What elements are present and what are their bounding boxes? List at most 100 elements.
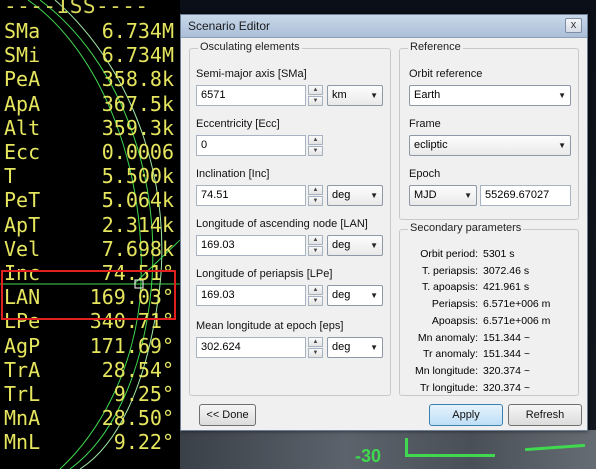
hud-row-value: 359.3k (101, 115, 174, 140)
chevron-down-icon: ▼ (370, 291, 378, 300)
hud-row-label: Ecc (4, 140, 41, 164)
spin-up-icon[interactable]: ▲ (308, 135, 323, 145)
hud-row-value: 5.500k (101, 164, 174, 189)
eps-spinner[interactable]: ▲ ▼ (308, 337, 323, 358)
hud-row-label: Vel (4, 236, 41, 261)
secondary-param-value: 151.344 ~ (483, 348, 531, 361)
lpe-input[interactable]: 169.03 (196, 285, 306, 306)
sma-input[interactable]: 6571 (196, 85, 306, 106)
hud-row-label: TrL (4, 382, 41, 406)
hud-ladder-line (405, 454, 495, 457)
refresh-button[interactable]: Refresh (508, 404, 582, 426)
hud-row-alt: Alt 359.3k (4, 116, 174, 140)
secondary-param-name: Apoapsis: (431, 314, 478, 327)
secondary-param-name: Orbit period: (420, 248, 478, 260)
inc-unit-select[interactable]: deg ▼ (327, 185, 383, 206)
secondary-param-value: 6.571e+006 m (483, 298, 551, 311)
spin-down-icon[interactable]: ▼ (308, 296, 323, 306)
orbit-reference-select[interactable]: Earth ▼ (409, 85, 571, 106)
close-button[interactable]: x (565, 18, 582, 33)
secondary-param-name: T. periapsis: (421, 264, 478, 277)
hud-row-label: MnL (4, 430, 41, 455)
chevron-down-icon: ▼ (558, 91, 566, 100)
spin-down-icon[interactable]: ▼ (308, 196, 323, 206)
spin-down-icon[interactable]: ▼ (308, 246, 323, 256)
frame-select[interactable]: ecliptic ▼ (409, 135, 571, 156)
secondary-param-value: 421.961 s (483, 281, 530, 294)
hud-row-label: PeA (4, 67, 41, 92)
orbit-reference-label: Orbit reference (409, 68, 483, 80)
hud-row-value: 358.8k (101, 67, 174, 92)
hud-row-value: 0.0006 (101, 140, 174, 164)
lan-unit-value: deg (332, 239, 351, 251)
hud-row-pea: PeA 358.8k (4, 67, 174, 91)
spin-up-icon[interactable]: ▲ (308, 85, 323, 95)
secondary-param-name: Mn anomaly: (417, 331, 478, 344)
epoch-input[interactable]: 55269.67027 (480, 185, 571, 206)
hud-row-value: 6.734M (101, 43, 174, 68)
sma-spinner[interactable]: ▲ ▼ (308, 85, 323, 106)
spin-up-icon[interactable]: ▲ (308, 235, 323, 245)
hud-row-apt: ApT 2.314k (4, 213, 174, 237)
hud-row-label: ApT (4, 212, 41, 237)
hud-row-sma: SMa 6.734M (4, 19, 174, 43)
done-button[interactable]: << Done (199, 404, 256, 426)
secondary-param-name: Mn longitude: (414, 364, 478, 377)
spin-down-icon[interactable]: ▼ (308, 348, 323, 358)
hud-row-tra: TrA 28.54° (4, 358, 174, 382)
lpe-unit-select[interactable]: deg ▼ (327, 285, 383, 306)
lan-spinner[interactable]: ▲ ▼ (308, 235, 323, 256)
secondary-param-name: Tr anomaly: (422, 348, 478, 361)
ecc-input[interactable]: 0 (196, 135, 306, 156)
secondary-param-value: 320.374 ~ (483, 381, 531, 394)
hud-row-label: Alt (4, 115, 41, 140)
hud-row-value: 2.314k (101, 212, 174, 237)
secondary-param-value: 3072.46 s (483, 264, 530, 277)
epoch-format-select[interactable]: MJD ▼ (409, 185, 477, 206)
eps-input[interactable]: 302.624 (196, 337, 306, 358)
eps-unit-select[interactable]: deg ▼ (327, 337, 383, 358)
secondary-param-row: Periapsis: 6.571e+006 m (413, 298, 583, 311)
title-bar[interactable]: Scenario Editor x (181, 15, 587, 38)
inc-spinner[interactable]: ▲ ▼ (308, 185, 323, 206)
lpe-spinner[interactable]: ▲ ▼ (308, 285, 323, 306)
spin-up-icon[interactable]: ▲ (308, 337, 323, 347)
chevron-down-icon: ▼ (370, 191, 378, 200)
secondary-param-row: Tr longitude: 320.374 ~ (413, 382, 583, 395)
frame-value: ecliptic (414, 139, 448, 151)
epoch-label: Epoch (409, 168, 441, 180)
hud-row-label: SMa (4, 19, 41, 43)
spin-down-icon[interactable]: ▼ (308, 146, 323, 156)
hud-row-smi: SMi 6.734M (4, 43, 174, 67)
secondary-param-row: T. periapsis: 3072.46 s (413, 265, 583, 278)
ecc-spinner[interactable]: ▲ ▼ (308, 135, 323, 156)
lan-unit-select[interactable]: deg ▼ (327, 235, 383, 256)
secondary-param-row: T. apoapsis: 421.961 s (413, 281, 583, 294)
eps-unit-value: deg (332, 341, 351, 353)
hud-row-label: SMi (4, 43, 41, 68)
secondary-param-name: Tr longitude: (420, 381, 478, 394)
hud-row-value: 5.064k (101, 188, 174, 213)
hud-row-trl: TrL 9.25° (4, 382, 174, 406)
ecc-label: Eccentricity [Ecc] (196, 118, 280, 130)
hud-row-value: 171.69° (89, 333, 174, 358)
lan-input[interactable]: 169.03 (196, 235, 306, 256)
lpe-label: Longitude of periapsis [LPe] (196, 268, 333, 280)
hud-row-agp: AgP 171.69° (4, 334, 174, 358)
hud-row-label: ApA (4, 91, 41, 116)
apply-button[interactable]: Apply (429, 404, 503, 426)
inc-input[interactable]: 74.51 (196, 185, 306, 206)
pitch-readout: -30 (355, 446, 382, 466)
sma-unit-value: km (332, 89, 347, 101)
chevron-down-icon: ▼ (370, 91, 378, 100)
inc-unit-value: deg (332, 189, 351, 201)
spin-up-icon[interactable]: ▲ (308, 285, 323, 295)
group-legend: Secondary parameters (408, 222, 524, 234)
spin-up-icon[interactable]: ▲ (308, 185, 323, 195)
eps-label: Mean longitude at epoch [eps] (196, 320, 344, 332)
spin-down-icon[interactable]: ▼ (308, 96, 323, 106)
inc-label: Inclination [Inc] (196, 168, 270, 180)
sma-unit-select[interactable]: km ▼ (327, 85, 383, 106)
group-legend: Osculating elements (198, 41, 302, 53)
hud-row-value: 28.50° (101, 406, 174, 431)
